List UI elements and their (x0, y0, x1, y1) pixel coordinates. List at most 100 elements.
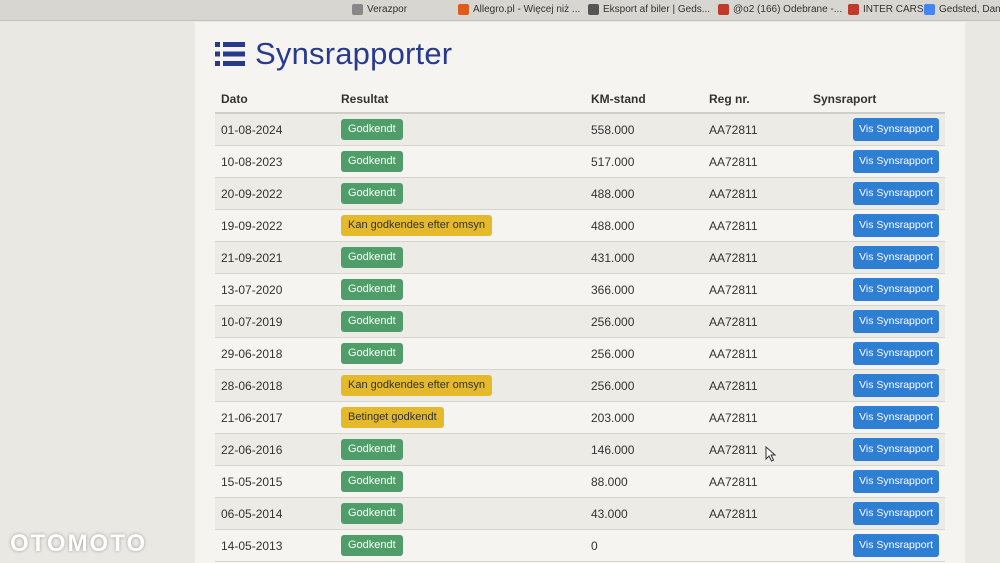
cell-result: Godkendt (335, 529, 585, 562)
cell-report: Vis Synsrapport (807, 529, 945, 562)
bookmark-item[interactable]: INTER CARS (848, 4, 924, 15)
view-report-button[interactable]: Vis Synsrapport (853, 342, 939, 365)
view-report-button[interactable]: Vis Synsrapport (853, 406, 939, 429)
cell-result: Godkendt (335, 145, 585, 178)
table-row: 19-09-2022 Kan godkendes efter omsyn 488.0… (215, 209, 945, 242)
cell-reg: AA72811 (703, 401, 807, 434)
bookmark-item[interactable]: Gedsted, Dania (924, 4, 1000, 15)
table-row: 22-06-2016 Godkendt 146.000 AA72811 Vis Syns… (215, 433, 945, 466)
bookmark-label: Gedsted, Dania (939, 4, 1000, 15)
cell-reg: AA72811 (703, 433, 807, 466)
bookmark-label: @o2 (166) Odebrane -... (733, 4, 843, 15)
cell-report: Vis Synsrapport (807, 369, 945, 402)
inspection-table: Dato Resultat KM-stand Reg nr. Synsrapor… (215, 86, 945, 562)
cell-report: Vis Synsrapport (807, 465, 945, 498)
cell-km: 0 (585, 529, 703, 562)
intercars-icon (848, 4, 859, 15)
cell-reg: AA72811 (703, 465, 807, 498)
page-title: Synsrapporter (255, 36, 453, 71)
cell-result: Godkendt (335, 305, 585, 338)
bookmark-item[interactable]: @o2 (166) Odebrane -... (718, 4, 842, 15)
table-row: 01-08-2024 Godkendt 558.000 AA72811 Vis Syns… (215, 113, 945, 146)
cell-date: 29-06-2018 (215, 337, 335, 370)
table-row: 28-06-2018 Kan godkendes efter omsyn 256.0… (215, 369, 945, 402)
cell-reg: AA72811 (703, 369, 807, 402)
cell-date: 22-06-2016 (215, 433, 335, 466)
cell-reg: AA72811 (703, 337, 807, 370)
cell-date: 28-06-2018 (215, 369, 335, 402)
table-row: 21-09-2021 Godkendt 431.000 AA72811 Vis Syns… (215, 241, 945, 274)
view-report-button[interactable]: Vis Synsrapport (853, 118, 939, 141)
header-report: Synsraport (807, 86, 945, 114)
status-badge: Godkendt (341, 471, 403, 492)
cell-result: Betinget godkendt (335, 401, 585, 434)
cell-date: 13-07-2020 (215, 273, 335, 306)
bookmark-label: Allegro.pl - Więcej niż ... (473, 4, 581, 15)
view-report-button[interactable]: Vis Synsrapport (853, 310, 939, 333)
cell-result: Godkendt (335, 273, 585, 306)
cell-km: 488.000 (585, 209, 703, 242)
bookmark-item[interactable]: Eksport af biler | Geds... (588, 4, 710, 15)
cell-result: Kan godkendes efter omsyn (335, 209, 585, 242)
cell-result: Godkendt (335, 337, 585, 370)
cell-reg: AA72811 (703, 209, 807, 242)
view-report-button[interactable]: Vis Synsrapport (853, 214, 939, 237)
cell-report: Vis Synsrapport (807, 401, 945, 434)
status-badge: Godkendt (341, 279, 403, 300)
bookmark-label: INTER CARS (863, 4, 924, 15)
cell-reg: AA72811 (703, 145, 807, 178)
cell-report: Vis Synsrapport (807, 209, 945, 242)
google-icon (924, 4, 935, 15)
status-badge: Godkendt (341, 119, 403, 140)
cell-km: 256.000 (585, 369, 703, 402)
cell-km: 558.000 (585, 113, 703, 146)
cell-report: Vis Synsrapport (807, 145, 945, 178)
page-header: Synsrapporter (215, 36, 452, 72)
cell-date: 10-08-2023 (215, 145, 335, 178)
status-badge: Godkendt (341, 311, 403, 332)
o2-icon (718, 4, 729, 15)
table-row: 14-05-2013 Godkendt 0 Vis Synsrapport (215, 529, 945, 562)
cell-reg (703, 529, 807, 562)
cell-result: Godkendt (335, 433, 585, 466)
view-report-button[interactable]: Vis Synsrapport (853, 438, 939, 461)
header-km: KM-stand (585, 86, 703, 114)
cell-km: 366.000 (585, 273, 703, 306)
status-badge: Godkendt (341, 503, 403, 524)
table-body: 01-08-2024 Godkendt 558.000 AA72811 Vis Syns… (215, 113, 945, 562)
bookmark-item[interactable]: Verazpor (352, 4, 407, 15)
cell-date: 01-08-2024 (215, 113, 335, 146)
cell-date: 10-07-2019 (215, 305, 335, 338)
status-badge: Godkendt (341, 247, 403, 268)
view-report-button[interactable]: Vis Synsrapport (853, 150, 939, 173)
view-report-button[interactable]: Vis Synsrapport (853, 502, 939, 525)
view-report-button[interactable]: Vis Synsrapport (853, 246, 939, 269)
cell-report: Vis Synsrapport (807, 497, 945, 530)
view-report-button[interactable]: Vis Synsrapport (853, 534, 939, 557)
cell-result: Godkendt (335, 497, 585, 530)
table-row: 29-06-2018 Godkendt 256.000 AA72811 Vis Syns… (215, 337, 945, 370)
table-row: 13-07-2020 Godkendt 366.000 AA72811 Vis Syns… (215, 273, 945, 306)
bookmark-label: Eksport af biler | Geds... (603, 4, 711, 15)
cell-reg: AA72811 (703, 241, 807, 274)
cell-reg: AA72811 (703, 273, 807, 306)
view-report-button[interactable]: Vis Synsrapport (853, 374, 939, 397)
cell-report: Vis Synsrapport (807, 305, 945, 338)
cell-date: 20-09-2022 (215, 177, 335, 210)
cell-reg: AA72811 (703, 497, 807, 530)
bookmark-label: Verazpor (367, 4, 408, 15)
bookmarks-bar: Verazpor Allegro.pl - Więcej niż ... Ekspo… (0, 0, 1000, 21)
table-row: 15-05-2015 Godkendt 88.000 AA72811 Vis Synsr… (215, 465, 945, 498)
cell-km: 517.000 (585, 145, 703, 178)
cell-report: Vis Synsrapport (807, 273, 945, 306)
view-report-button[interactable]: Vis Synsrapport (853, 278, 939, 301)
view-report-button[interactable]: Vis Synsrapport (853, 182, 939, 205)
cell-date: 14-05-2013 (215, 529, 335, 562)
status-badge: Godkendt (341, 439, 403, 460)
view-report-button[interactable]: Vis Synsrapport (853, 470, 939, 493)
mouse-cursor-icon (765, 446, 777, 462)
cell-km: 43.000 (585, 497, 703, 530)
cell-date: 15-05-2015 (215, 465, 335, 498)
bookmark-item[interactable]: Allegro.pl - Więcej niż ... (458, 4, 580, 15)
list-icon (215, 42, 245, 66)
